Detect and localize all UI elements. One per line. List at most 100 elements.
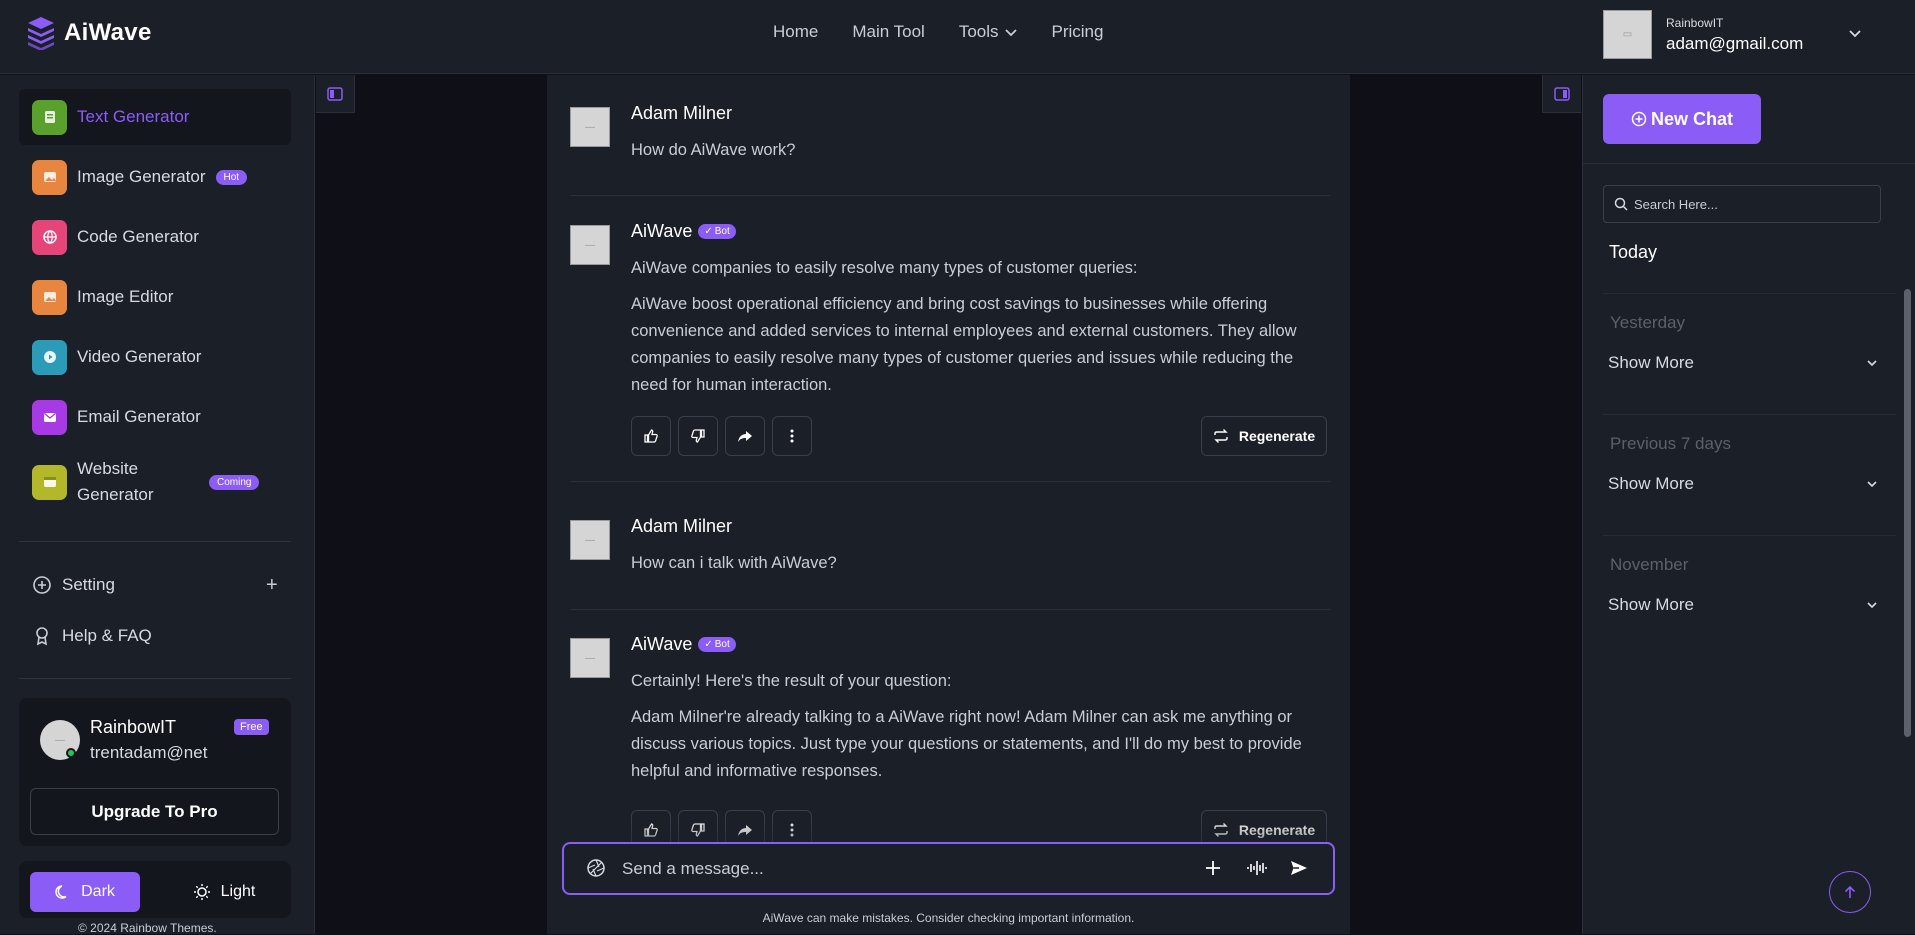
plus-icon[interactable] [1204,859,1222,877]
bot-avatar: — [570,225,610,265]
message-detail: AiWave boost operational efficiency and … [631,295,1297,394]
arrow-up-icon [1842,884,1858,900]
history-search [1603,185,1881,223]
divider [19,678,291,679]
user-org: RainbowIT [1666,15,1724,30]
light-theme-button[interactable]: Light [169,872,279,912]
show-more-previous-7-days[interactable]: Show More [1608,474,1878,494]
chevron-down-icon[interactable] [1848,26,1862,40]
show-more-yesterday[interactable]: Show More [1608,353,1878,373]
dark-theme-button[interactable]: Dark [30,872,140,912]
message-input[interactable] [622,857,1182,881]
thumbs-up-icon [643,428,659,444]
plan-badge: Free [234,719,269,735]
sidebar-item-code-generator[interactable]: Code Generator [19,209,291,265]
bot-avatar: — [570,638,610,678]
chevron-down-icon [1866,357,1878,369]
upgrade-button[interactable]: Upgrade To Pro [30,788,279,835]
search-icon [1614,197,1628,211]
tool-nav: Text Generator Image Generator Hot Code … [19,89,291,519]
page-scrollbar[interactable] [1904,289,1911,737]
more-button[interactable] [772,416,812,456]
copyright-text: © 2024 Rainbow Themes. [78,921,217,935]
send-icon[interactable] [1289,858,1309,878]
sidebar-item-label: Text Generator [77,107,190,126]
repeat-icon [1213,428,1229,444]
more-vertical-icon [784,428,800,444]
sidebar-item-image-editor[interactable]: Image Editor [19,269,291,325]
sidebar-item-label: Email Generator [77,407,201,426]
main-nav: Home Main Tool Tools Pricing [773,22,1103,42]
user-menu[interactable]: ▭ RainbowIT adam@gmail.com [1603,10,1861,59]
toggle-right-sidebar-button[interactable] [1542,75,1581,113]
document-icon [32,99,67,135]
divider [1603,535,1896,536]
nav-home[interactable]: Home [773,22,818,42]
mail-icon [32,399,67,435]
show-more-november[interactable]: Show More [1608,595,1878,615]
sidebar-item-website-generator[interactable]: Website Generator Coming [19,449,291,515]
profile-email: trentadam@net [90,743,208,762]
plus-circle-icon [32,575,52,595]
image-icon [32,279,67,315]
setting-menu[interactable]: Setting + [32,574,278,596]
message-text: How do AiWave work? [631,141,796,159]
regenerate-button[interactable]: Regenerate [1201,416,1327,456]
chevron-down-icon [1866,599,1878,611]
toggle-left-sidebar-button[interactable] [316,75,355,113]
chat-history-sidebar: New Chat Today Yesterday Show More Previ… [1582,75,1915,934]
nav-pricing[interactable]: Pricing [1052,22,1104,42]
message-detail: Adam Milner're already talking to a AiWa… [631,708,1302,780]
hot-badge: Hot [215,169,248,185]
dislike-button[interactable] [678,416,718,456]
sidebar-left-icon [327,86,343,101]
message-actions [631,416,812,456]
show-more-label: Show More [1608,474,1694,493]
history-search-input[interactable] [1634,195,1874,213]
image-icon [32,159,67,195]
scroll-to-top-button[interactable] [1829,871,1871,913]
sidebar-item-label: Image Generator [77,167,206,186]
setting-label: Setting [62,575,115,594]
message-author: Adam Milner [631,103,732,124]
sidebar-item-text-generator[interactable]: Text Generator [19,89,291,145]
nav-main-tool[interactable]: Main Tool [852,22,924,42]
message-text: Certainly! Here's the result of your que… [631,672,952,690]
message-divider [570,609,1330,610]
expand-plus-icon[interactable]: + [266,574,278,597]
share-button[interactable] [725,416,765,456]
author-name: AiWave [631,634,693,654]
dark-label: Dark [81,883,115,900]
sidebar-item-email-generator[interactable]: Email Generator [19,389,291,445]
user-email: adam@gmail.com [1666,33,1804,53]
chevron-down-icon [1004,25,1018,39]
bot-badge-label: Bot [714,639,730,650]
user-avatar: — [570,107,610,147]
thumbs-down-icon [690,428,706,444]
nav-tools[interactable]: Tools [959,22,1018,42]
audio-wave-icon[interactable] [1246,859,1268,877]
message-author: Adam Milner [631,516,732,537]
brand-logo[interactable]: AiWave [26,16,152,50]
user-avatar: — [570,520,610,560]
message-divider [570,195,1330,196]
new-chat-button[interactable]: New Chat [1603,94,1761,144]
aperture-icon[interactable] [586,858,606,878]
award-icon [32,626,52,646]
sidebar-item-video-generator[interactable]: Video Generator [19,329,291,385]
history-section-today: Today [1609,242,1658,262]
coming-badge: Coming [209,474,260,490]
help-faq-menu[interactable]: Help & FAQ [32,626,152,646]
check-icon: ✓ [704,226,713,237]
message-author: AiWave ✓ Bot [631,634,736,655]
sidebar-item-image-generator[interactable]: Image Generator Hot [19,149,291,205]
divider [1583,163,1915,164]
profile-card: — RainbowIT trentadam@net Free Upgrade T… [19,698,291,846]
window-icon [32,464,67,500]
author-name: Adam Milner [631,103,733,123]
history-section-november: November [1610,555,1689,574]
like-button[interactable] [631,416,671,456]
chat-panel: — Adam Milner How do AiWave work? — AiWa… [547,75,1350,934]
help-faq-label: Help & FAQ [62,626,152,645]
author-name: AiWave [631,221,693,241]
